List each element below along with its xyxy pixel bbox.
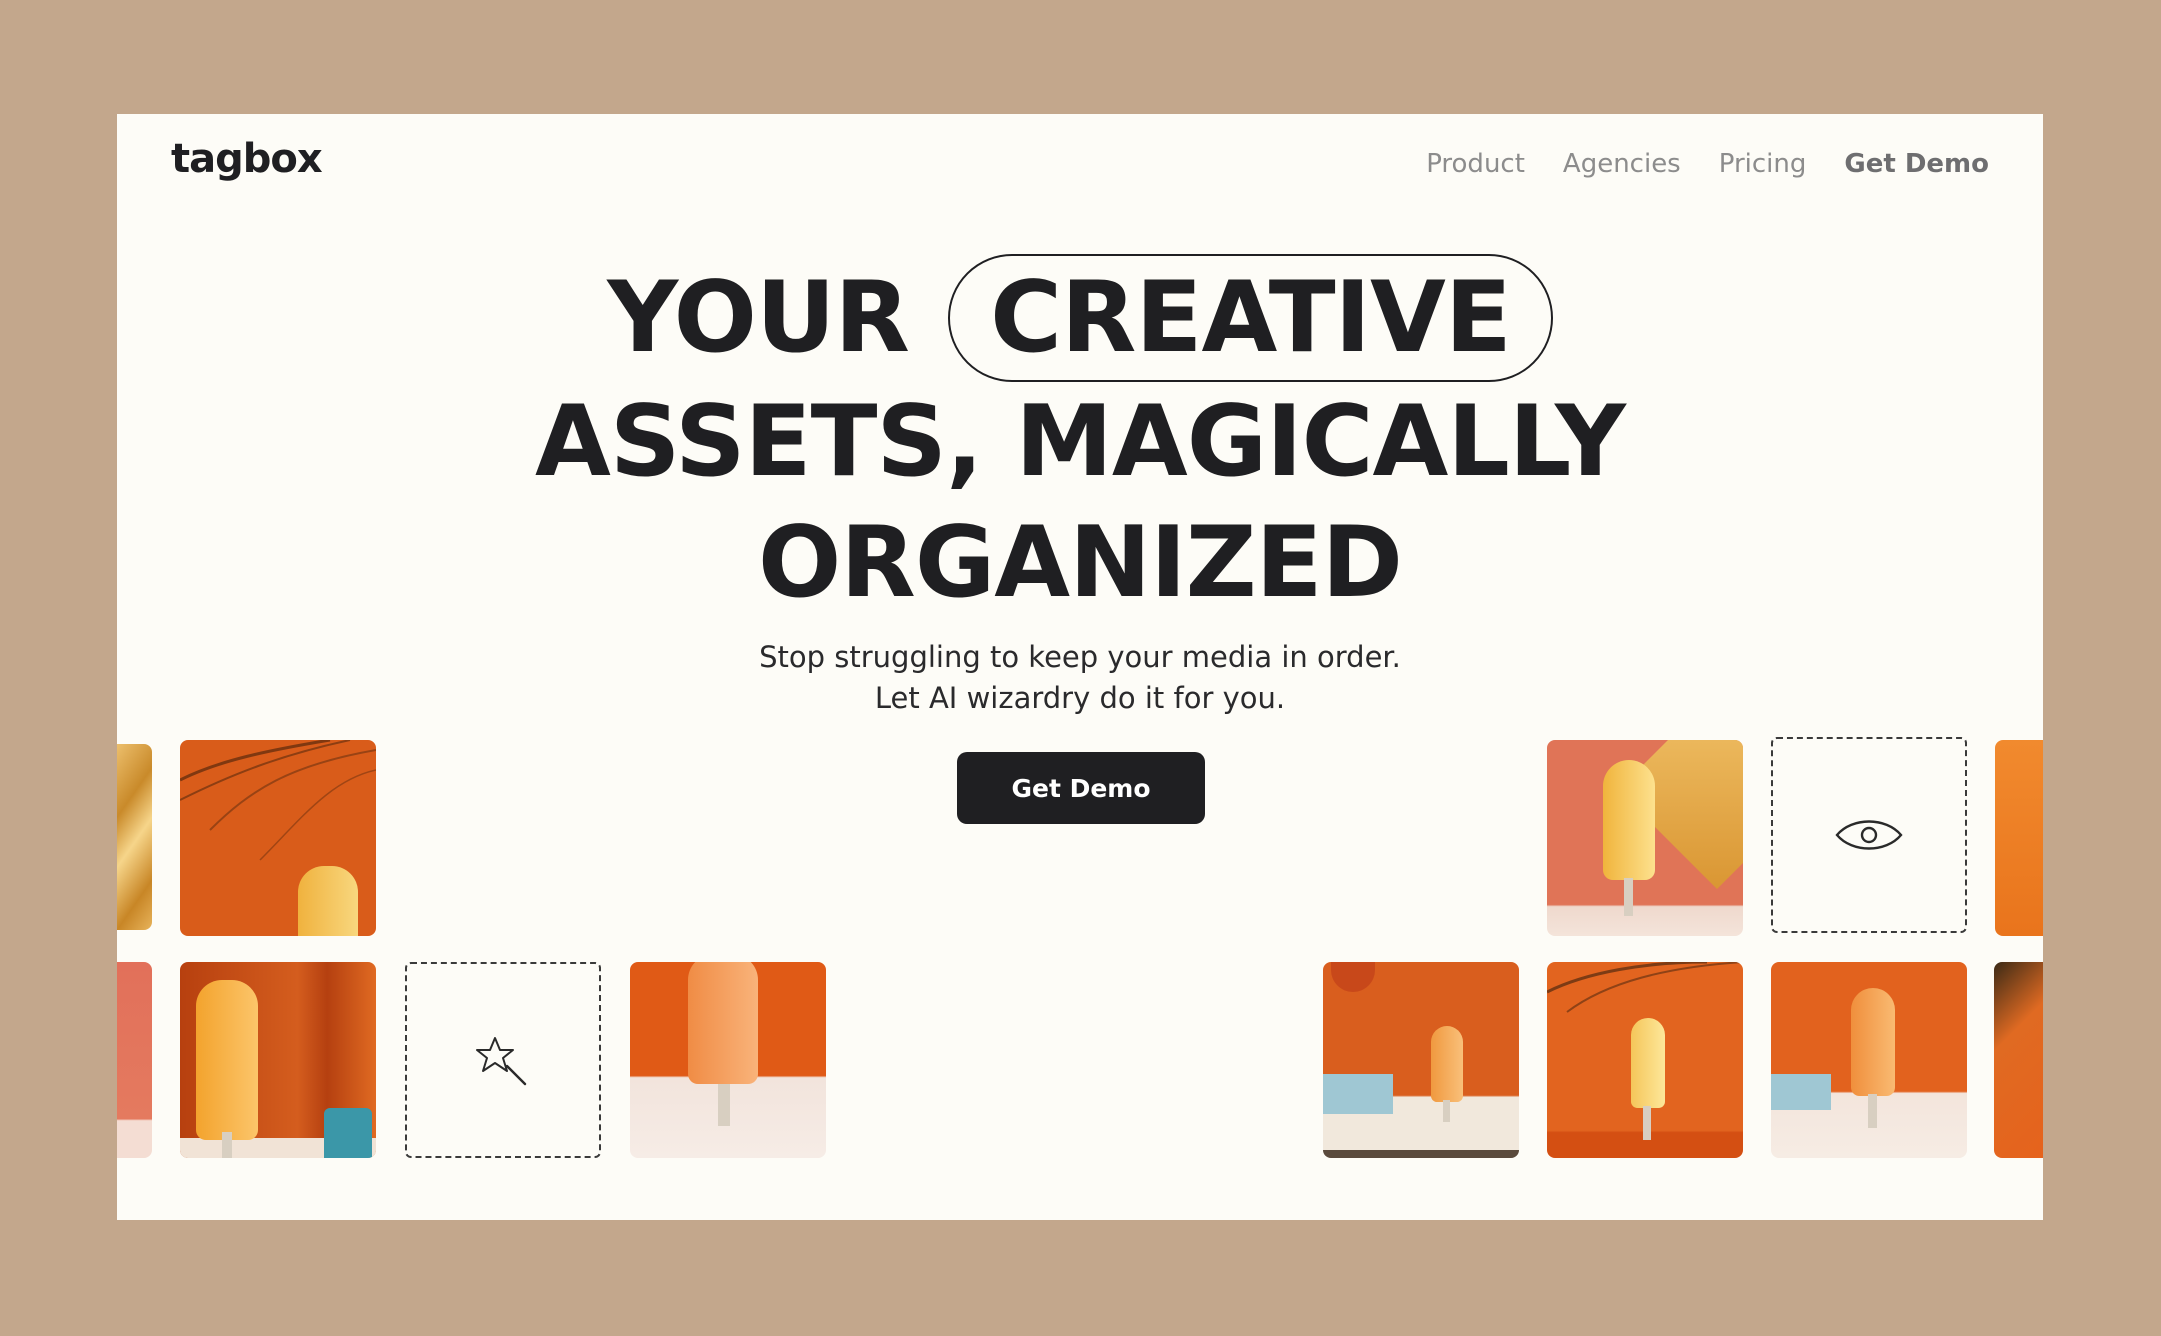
popsicle-stick-graphic [1868, 1094, 1877, 1128]
gallery-image-orange-room [180, 962, 376, 1158]
chair-graphic [1771, 1074, 1831, 1110]
popsicle-graphic [298, 866, 358, 936]
floor-shadow-graphic [1323, 1150, 1519, 1158]
tagbox-logo[interactable]: tagbox [171, 136, 323, 182]
gallery-image-blue-chair [1771, 962, 1967, 1158]
eye-placeholder [1771, 737, 1967, 933]
top-navigation: Product Agencies Pricing Get Demo [1426, 149, 1989, 179]
gallery-image-edge-right-top [1995, 740, 2043, 936]
nav-link-agencies[interactable]: Agencies [1563, 149, 1681, 179]
popsicle-graphic [1851, 988, 1895, 1096]
gallery-image-lamp-room [1323, 962, 1519, 1158]
popsicle-stick-graphic [1643, 1106, 1651, 1140]
nav-link-pricing[interactable]: Pricing [1719, 149, 1807, 179]
hero-get-demo-button[interactable]: Get Demo [957, 752, 1205, 824]
eye-icon [1835, 820, 1903, 850]
headline-line-1: YOUR CREATIVE [117, 254, 2043, 382]
gallery-image-edge-right-bottom [1994, 962, 2043, 1158]
popsicle-stick-graphic [222, 1132, 232, 1158]
hero-subtitle-line-1: Stop struggling to keep your media in or… [759, 640, 1401, 674]
gallery-image-shadow-orange [180, 740, 376, 936]
headline-line-3: ORGANIZED [758, 506, 1403, 620]
gallery-image-edge-left-bottom [117, 962, 152, 1158]
popsicle-graphic [1631, 1018, 1665, 1108]
hero-subtitle: Stop struggling to keep your media in or… [117, 637, 2043, 719]
gallery-image-edge-left-top [117, 744, 152, 930]
headline-word-your: YOUR [607, 261, 910, 375]
gallery-image-popsicle-table [630, 962, 826, 1158]
gallery-image-pink-room [1547, 740, 1743, 936]
lamp-graphic [1331, 962, 1375, 992]
popsicle-graphic [1603, 760, 1655, 880]
hero-headline: YOUR CREATIVE ASSETS, MAGICALLY ORGANIZE… [117, 254, 2043, 624]
headline-line-2: ASSETS, MAGICALLY [535, 385, 1626, 499]
gallery-image-leaf-shadow [1547, 962, 1743, 1158]
popsicle-stick-graphic [718, 1084, 730, 1126]
headline-highlight-pill: CREATIVE [948, 254, 1553, 382]
chair-graphic [1323, 1074, 1393, 1114]
popsicle-stick-graphic [1624, 878, 1633, 916]
landing-page-frame: tagbox Product Agencies Pricing Get Demo… [117, 114, 2043, 1220]
magic-wand-placeholder [405, 962, 601, 1158]
popsicle-stick-graphic [1443, 1100, 1450, 1122]
popsicle-graphic [196, 980, 258, 1140]
nav-link-product[interactable]: Product [1426, 149, 1525, 179]
popsicle-graphic [1431, 1026, 1463, 1102]
cup-graphic [324, 1108, 372, 1158]
hero-subtitle-line-2: Let AI wizardry do it for you. [874, 681, 1286, 715]
magic-wand-icon [476, 1037, 527, 1086]
popsicle-graphic [688, 962, 758, 1084]
nav-get-demo-link[interactable]: Get Demo [1844, 149, 1989, 179]
